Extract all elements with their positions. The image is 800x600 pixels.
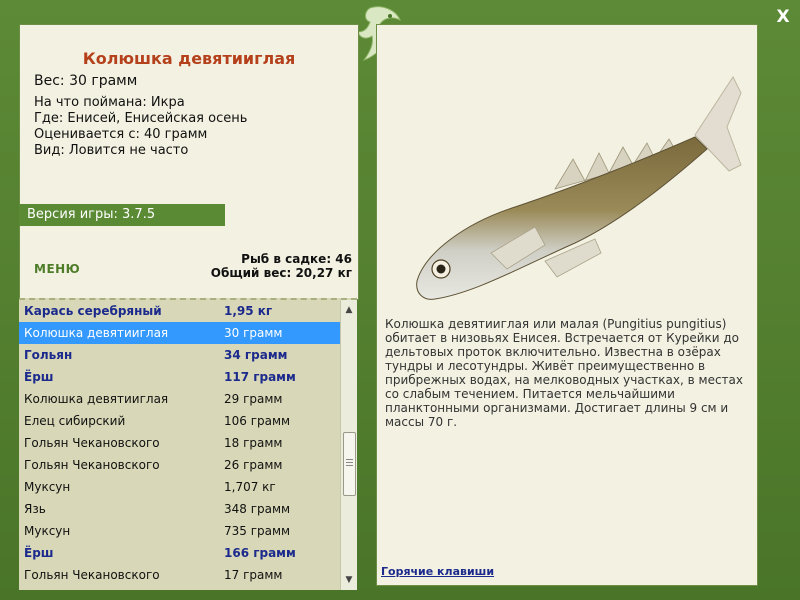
keepnet-total-weight: Общий вес: 20,27 кг [210,266,352,280]
catch-list-row[interactable]: Ёрш 166 грамм [19,542,341,564]
catch-fish-weight: 106 грамм [224,414,291,428]
catch-list-row[interactable]: Елец сибирский 106 грамм [19,410,341,432]
close-button[interactable]: X [774,8,792,26]
fish-description: Колюшка девятииглая или малая (Pungitius… [385,317,743,429]
catch-fish-name: Язь [24,502,46,516]
catch-fish-name: Гольян Чекановского [24,436,160,450]
catch-list-row[interactable]: Язь 348 грамм [19,498,341,520]
keepnet-count: Рыб в садке: 46 [241,252,352,266]
catch-fish-weight: 26 грамм [224,458,283,472]
scroll-down-icon[interactable]: ▼ [341,572,357,588]
keepnet-stats: Рыб в садке: 46 Общий вес: 20,27 кг [211,252,352,280]
fish-image [416,75,742,300]
fish-valued-from: Оценивается с: 40 грамм [34,127,208,142]
catch-fish-name: Гольян Чекановского [24,568,160,582]
catch-fish-name: Колюшка девятииглая [24,326,169,340]
fish-kind: Вид: Ловится не часто [34,143,189,158]
fish-weight: Вес: 30 грамм [34,73,138,89]
catch-fish-weight: 30 грамм [224,326,283,340]
catch-list-row[interactable]: Гольян 34 грамм [19,344,341,366]
catch-fish-weight: 1,707 кг [224,480,276,494]
catch-fish-name: Муксун [24,480,71,494]
catch-fish-weight: 17 грамм [224,568,283,582]
list-scrollbar[interactable]: ▲ ▼ [340,300,357,590]
hotkeys-link[interactable]: Горячие клавиши [381,565,494,578]
catch-fish-name: Ёрш [24,370,54,384]
catch-fish-weight: 29 грамм [224,392,283,406]
catch-fish-weight: 348 грамм [224,502,291,516]
catch-fish-name: Колюшка девятииглая [24,392,169,406]
catch-list-row[interactable]: Гольян Чекановского 18 грамм [19,432,341,454]
catch-list-row[interactable]: Карась серебряный 1,95 кг [19,300,341,322]
catch-fish-weight: 735 грамм [224,524,291,538]
catch-fish-name: Муксун [24,524,71,538]
catch-fish-name: Ёрш [24,546,54,560]
fish-description-panel: Колюшка девятииглая или малая (Pungitius… [376,24,758,586]
catch-list-row[interactable]: Гольян Чекановского 17 грамм [19,564,341,586]
catch-fish-weight: 18 грамм [224,436,283,450]
catch-fish-name: Елец сибирский [24,414,126,428]
catch-fish-name: Гольян Чекановского [24,458,160,472]
fish-details: На что поймана: Икра Где: Енисей, Енисей… [34,95,247,159]
fish-title: Колюшка девятииглая [82,49,296,68]
catch-fish-weight: 34 грамм [224,348,288,362]
catch-list-row[interactable]: Колюшка девятииглая 30 грамм [19,322,341,344]
game-version: Версия игры: 3.7.5 [19,204,225,226]
catch-fish-name: Карась серебряный [24,304,162,318]
catch-list-row[interactable]: Колюшка девятииглая 29 грамм [19,388,341,410]
catch-fish-name: Гольян [24,348,73,362]
catch-fish-weight: 166 грамм [224,546,296,560]
catch-list-row[interactable]: Гольян Чекановского 26 грамм [19,454,341,476]
catch-list[interactable]: Карась серебряный 1,95 кг Колюшка девятииг… [19,300,341,590]
catch-list-row[interactable]: Ёрш 117 грамм [19,366,341,388]
fish-bait: На что поймана: Икра [34,95,185,110]
scroll-up-icon[interactable]: ▲ [341,302,357,318]
scroll-thumb[interactable] [343,432,356,496]
catch-fish-weight: 117 грамм [224,370,296,384]
catch-fish-weight: 1,95 кг [224,304,273,318]
catch-list-row[interactable]: Муксун 1,707 кг [19,476,341,498]
catch-list-panel: Карась серебряный 1,95 кг Колюшка девятииг… [19,298,357,590]
menu-button[interactable]: МЕНЮ [34,262,80,276]
fish-location: Где: Енисей, Енисейская осень [34,111,248,126]
catch-list-row[interactable]: Муксун 735 грамм [19,520,341,542]
